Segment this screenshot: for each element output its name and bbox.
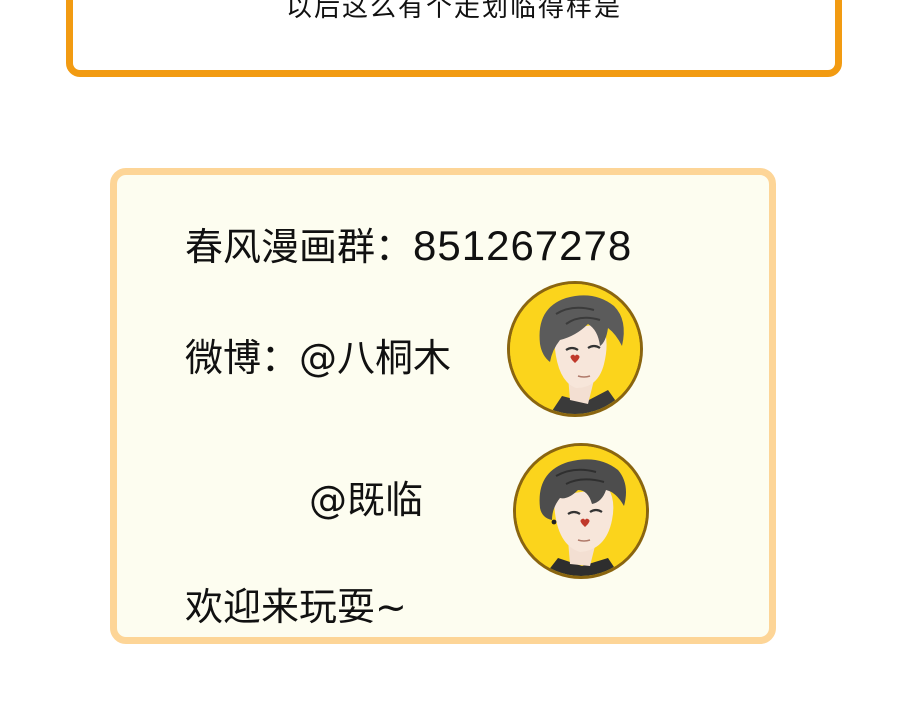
weibo-line-primary: 微博：@八桐木 (185, 336, 452, 380)
avatar-jilin (513, 443, 649, 579)
welcome-text: 欢迎来玩耍~ (185, 585, 407, 629)
avatar-bamutong (507, 281, 643, 417)
top-notice-text: 以后这么有个走划临得样是 (285, 0, 622, 23)
page: 以后这么有个走划临得样是 春风漫画群：851267278 微博：@八桐木 @既临… (0, 0, 900, 703)
group-line: 春风漫画群：851267278 (185, 223, 632, 270)
character-avatar-icon (510, 284, 640, 414)
weibo-line-secondary: @既临 (309, 478, 424, 522)
character-avatar-icon (516, 446, 646, 576)
group-label: 春风漫画群： (185, 225, 414, 269)
contact-info-card: 春风漫画群：851267278 微博：@八桐木 @既临 欢迎来玩耍~ (110, 168, 776, 644)
top-notice-box: 以后这么有个走划临得样是 (66, 0, 842, 77)
group-number: 851267278 (413, 222, 633, 269)
